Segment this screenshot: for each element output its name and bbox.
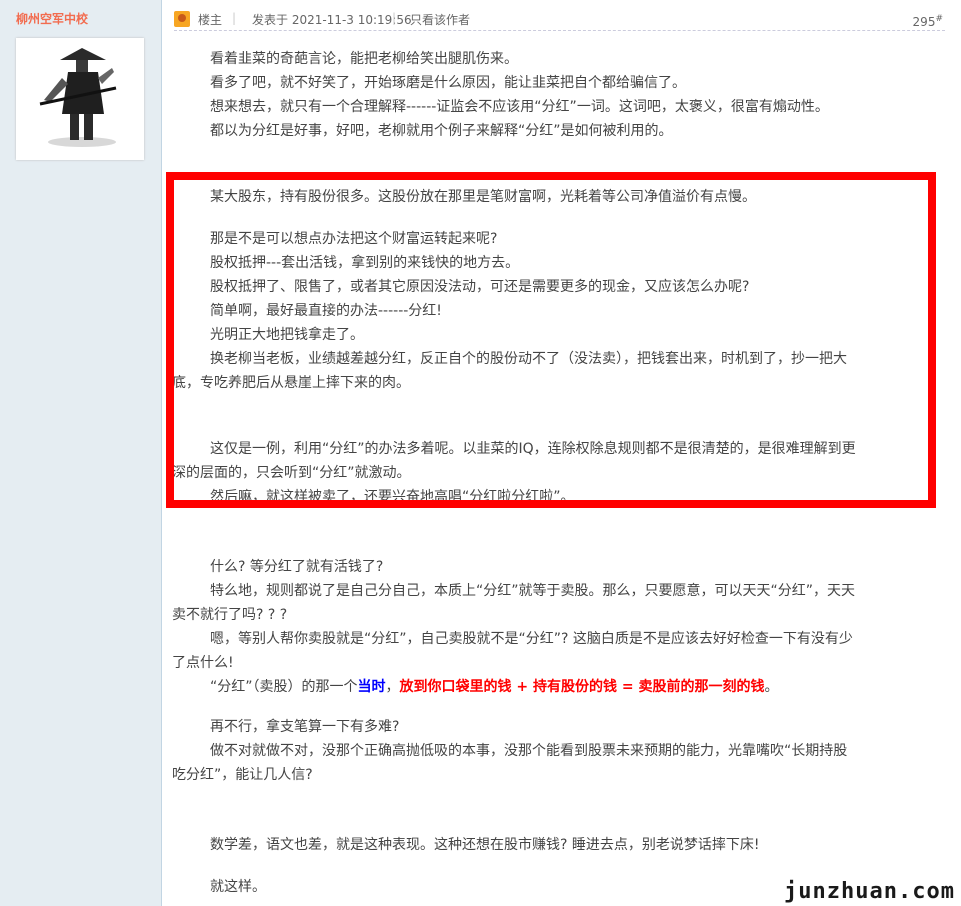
avatar[interactable] — [16, 38, 144, 160]
paragraph-emphasis: “分红”（卖股）的那一个当时，放到你口袋里的钱 + 持有股份的钱 = 卖股前的那… — [210, 676, 778, 699]
paragraph: 特么地，规则都说了是自己分自己，本质上“分红”就等于卖股。那么，只要愿意，可以天… — [210, 583, 856, 599]
post-main: 楼主 | 发表于 2021-11-3 10:19:56 | 只看该作者 295#… — [162, 0, 961, 906]
floor-mark: # — [935, 14, 943, 24]
paragraph: 做不对就做不对，没那个正确高抛低吸的本事，没那个能看到股票未来预期的能力，光靠嘴… — [210, 743, 848, 759]
site-watermark: junzhuan.com — [784, 879, 955, 904]
author-sidebar: 柳州空军中校 — [0, 0, 162, 906]
ninja-swordsman-avatar-icon — [39, 48, 117, 147]
paragraph-continuation: 吃分红”，能让几人信? — [172, 767, 313, 783]
op-label: 楼主 — [198, 13, 223, 27]
text-plain: 。 — [764, 679, 779, 695]
floor-number[interactable]: 295# — [913, 14, 943, 29]
paragraph: 数学差，语文也差，就是这种表现。这种还想在股市赚钱? 睡进去点，别老说梦话摔下床… — [210, 837, 760, 853]
paragraph: 看着韭菜的奇葩言论，能把老柳给笑出腿肌伤来。 — [210, 51, 518, 67]
post-header: 楼主 | 发表于 2021-11-3 10:19:56 | 只看该作者 295# — [174, 8, 945, 31]
paragraph: 想来想去，就只有一个合理解释------证监会不应该用“分红”一词。这词吧，太褒… — [210, 99, 829, 115]
floor-number-value: 295 — [912, 15, 936, 29]
author-username[interactable]: 柳州空军中校 — [16, 10, 88, 27]
header-divider: | — [232, 11, 237, 25]
paragraph: 看多了吧，就不好笑了，开始琢磨是什么原因，能让韭菜把自个都给骗信了。 — [210, 75, 686, 91]
paragraph-continuation: 卖不就行了吗? ? ? — [172, 607, 288, 623]
only-author-link[interactable]: 只看该作者 — [410, 11, 470, 28]
text-blue-emphasis: 当时 — [357, 679, 386, 695]
paragraph: 再不行，拿支笔算一下有多难? — [210, 719, 400, 735]
paragraph-continuation: 了点什么! — [172, 655, 234, 671]
header-divider: | — [392, 11, 397, 25]
red-highlight-frame — [166, 172, 936, 508]
paragraph: 嗯，等别人帮你卖股就是“分红”，自己卖股就不是“分红”? 这脑白质是不是应该去好… — [210, 631, 853, 647]
paragraph: 都以为分红是好事，好吧，老柳就用个例子来解释“分红”是如何被利用的。 — [210, 123, 673, 139]
text-plain: “分红”（卖股）的那一个 — [210, 679, 358, 695]
text-red-emphasis: 放到你口袋里的钱 + 持有股份的钱 = 卖股前的那一刻的钱 — [399, 679, 765, 695]
text-plain: ， — [385, 679, 400, 695]
paragraph: 什么? 等分红了就有活钱了? — [210, 559, 384, 575]
op-badge-icon — [174, 11, 190, 27]
post-timestamp: 发表于 2021-11-3 10:19:56 — [252, 13, 412, 27]
paragraph: 就这样。 — [210, 879, 266, 895]
